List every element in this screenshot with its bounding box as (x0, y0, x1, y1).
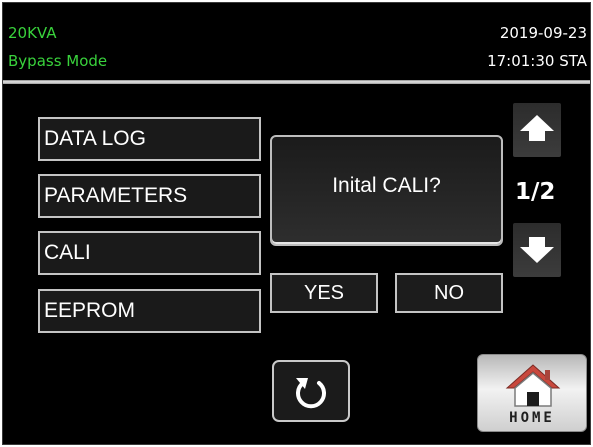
status-bar: 20KVA Bypass Mode 2019-09-23 17:01:30 ST… (3, 3, 590, 75)
arrow-up-icon (520, 115, 554, 141)
page-up-button[interactable] (513, 103, 561, 157)
yes-button[interactable]: YES (270, 273, 378, 313)
hmi-screen: 20KVA Bypass Mode 2019-09-23 17:01:30 ST… (2, 2, 591, 445)
capacity-label: 20KVA (8, 24, 57, 42)
home-button[interactable]: HOME (477, 354, 587, 432)
no-button[interactable]: NO (395, 273, 503, 313)
home-label: HOME (509, 410, 555, 426)
data-log-button[interactable]: DATA LOG (38, 117, 261, 161)
refresh-button[interactable] (272, 360, 350, 422)
cali-button[interactable]: CALI (38, 231, 261, 275)
eeprom-button[interactable]: EEPROM (38, 289, 261, 333)
time-label: 17:01:30 STA (487, 52, 587, 70)
arrow-down-icon (520, 237, 554, 263)
mode-label: Bypass Mode (8, 52, 108, 70)
date-label: 2019-09-23 (499, 24, 587, 42)
confirm-dialog: Inital CALI? (270, 135, 503, 246)
page-indicator: 1/2 (515, 179, 556, 205)
page-down-button[interactable] (513, 223, 561, 277)
house-icon (505, 364, 561, 407)
dialog-message: Inital CALI? (332, 174, 441, 197)
parameters-button[interactable]: PARAMETERS (38, 174, 261, 218)
header-divider (3, 80, 590, 84)
refresh-icon (296, 378, 326, 409)
